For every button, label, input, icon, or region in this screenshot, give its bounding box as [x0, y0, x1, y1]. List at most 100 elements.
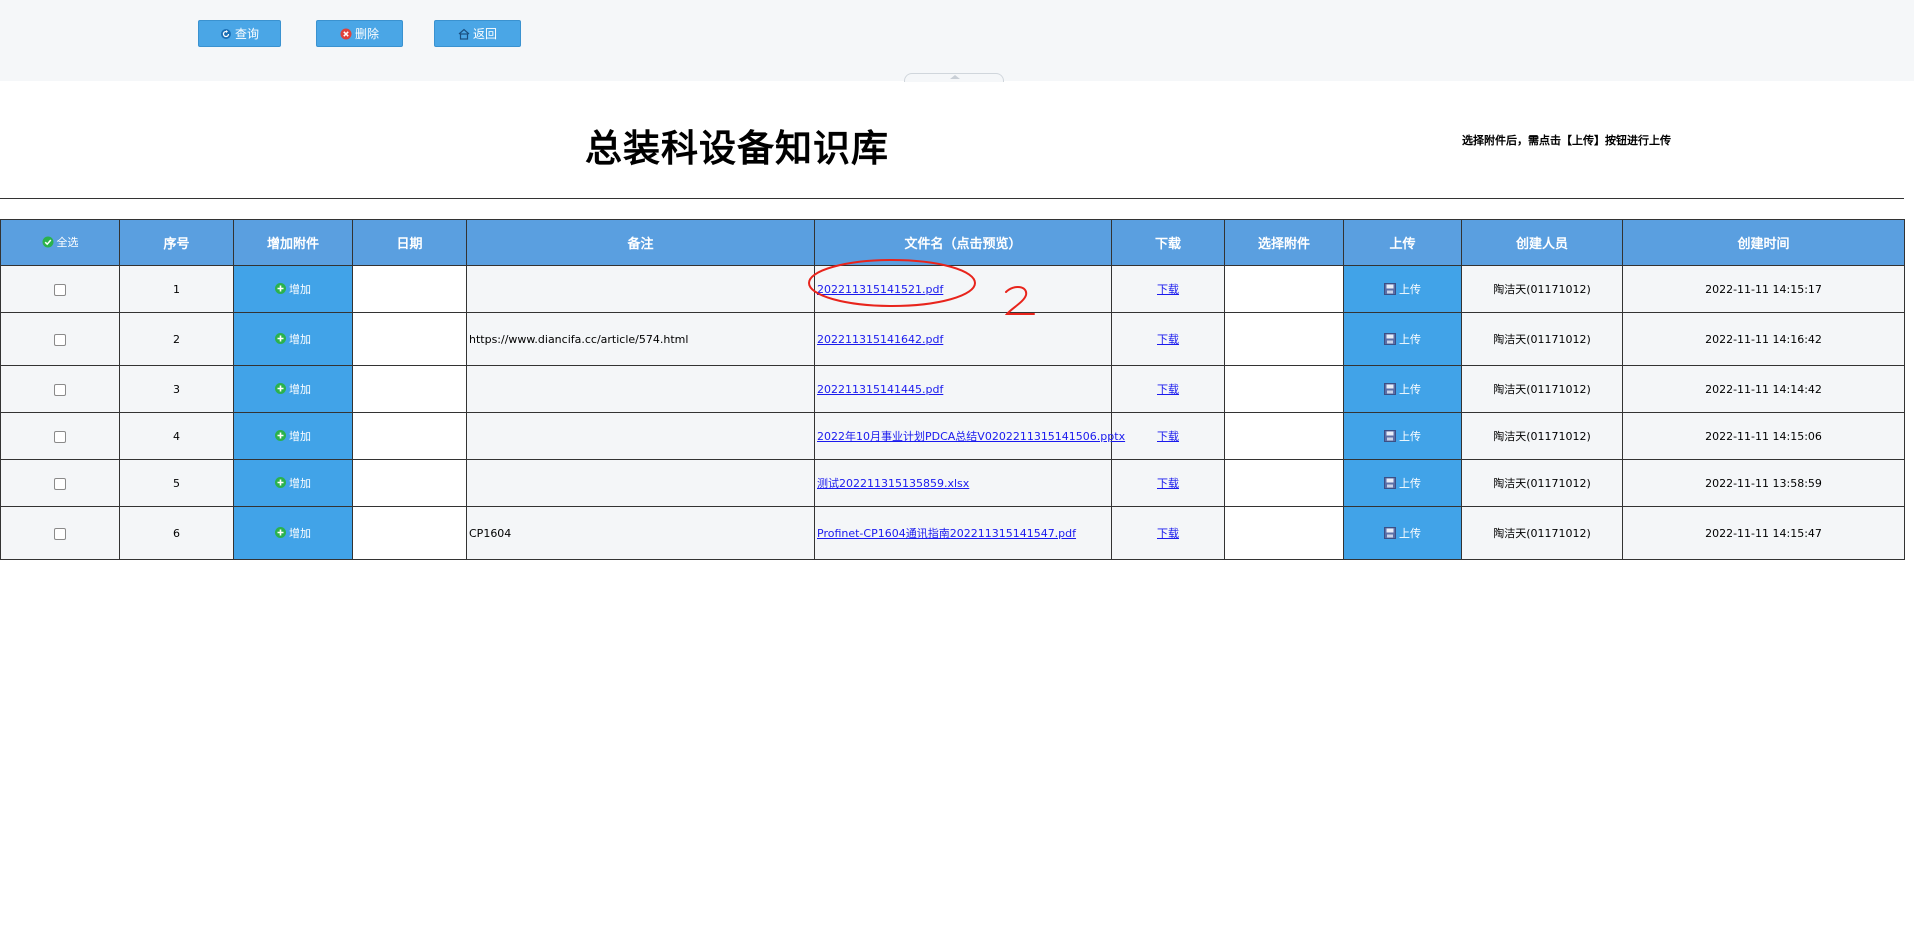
select-all-label: 全选: [56, 235, 79, 249]
file-preview-link[interactable]: 202211315141521.pdf: [817, 283, 943, 296]
add-attachment-button[interactable]: 增加: [275, 381, 311, 397]
row-checkbox[interactable]: [54, 527, 66, 540]
filename-cell: Profinet-CP1604通讯指南202211315141547.pdf: [814, 506, 1112, 560]
upload-button[interactable]: 上传: [1384, 475, 1421, 491]
row-checkbox-cell: [0, 459, 120, 507]
date-input-cell[interactable]: [352, 412, 467, 460]
row-index: 3: [119, 365, 234, 413]
download-link[interactable]: 下载: [1157, 477, 1179, 490]
add-label: 增加: [289, 382, 311, 396]
delete-button[interactable]: 删除: [316, 20, 403, 47]
save-icon: [1384, 332, 1396, 345]
row-checkbox[interactable]: [54, 283, 66, 296]
file-preview-link[interactable]: 202211315141445.pdf: [817, 383, 943, 396]
table-row: 1 增加 202211315141521.pdf 下载 上传 陶洁天(01171…: [0, 265, 1905, 313]
add-attachment-button[interactable]: 增加: [275, 331, 311, 347]
upload-button[interactable]: 上传: [1384, 428, 1421, 444]
check-circle-icon: [42, 236, 53, 247]
plus-icon: [275, 527, 286, 539]
save-icon: [1384, 429, 1396, 442]
select-all-header[interactable]: 全选: [0, 219, 120, 266]
file-preview-link[interactable]: Profinet-CP1604通讯指南202211315141547.pdf: [817, 527, 1076, 540]
download-link[interactable]: 下载: [1157, 383, 1179, 396]
back-label: 返回: [472, 27, 497, 41]
add-attachment-cell: 增加: [233, 459, 353, 507]
date-input-cell[interactable]: [352, 459, 467, 507]
table-row: 5 增加 测试202211315135859.xlsx 下载 上传 陶洁天(01…: [0, 459, 1905, 507]
refresh-icon: [220, 28, 231, 39]
choose-attachment-cell[interactable]: [1224, 506, 1344, 560]
row-index: 6: [119, 506, 234, 560]
chevron-up-icon: [950, 75, 960, 79]
note-header: 备注: [466, 219, 815, 266]
row-index: 2: [119, 312, 234, 366]
top-toolbar: 查询 删除 返回: [0, 0, 1914, 82]
add-attachment-cell: 增加: [233, 265, 353, 313]
choose-attachment-cell[interactable]: [1224, 365, 1344, 413]
add-attachment-button[interactable]: 增加: [275, 428, 311, 444]
row-creator: 陶洁天(01171012): [1461, 412, 1623, 460]
download-header: 下载: [1111, 219, 1225, 266]
add-label: 增加: [289, 526, 311, 540]
filename-cell: 202211315141642.pdf: [814, 312, 1112, 366]
upload-cell: 上传: [1343, 412, 1462, 460]
table-header-row: 全选 序号 增加附件 日期 备注 文件名（点击预览） 下载 选择附件 上传 创建…: [0, 219, 1905, 266]
add-label: 增加: [289, 476, 311, 490]
title-divider: [0, 198, 1904, 199]
date-input-cell[interactable]: [352, 312, 467, 366]
upload-label: 上传: [1399, 382, 1421, 396]
file-preview-link[interactable]: 测试202211315135859.xlsx: [817, 477, 969, 490]
row-checkbox[interactable]: [54, 430, 66, 443]
download-cell: 下载: [1111, 265, 1225, 313]
choose-attachment-cell[interactable]: [1224, 412, 1344, 460]
row-index: 1: [119, 265, 234, 313]
download-link[interactable]: 下载: [1157, 430, 1179, 443]
download-link[interactable]: 下载: [1157, 333, 1179, 346]
date-input-cell[interactable]: [352, 265, 467, 313]
row-index: 5: [119, 459, 234, 507]
upload-button[interactable]: 上传: [1384, 331, 1421, 347]
upload-button[interactable]: 上传: [1384, 525, 1421, 541]
date-input-cell[interactable]: [352, 506, 467, 560]
add-attachment-cell: 增加: [233, 365, 353, 413]
download-link[interactable]: 下载: [1157, 527, 1179, 540]
upload-cell: 上传: [1343, 506, 1462, 560]
row-created-at: 2022-11-11 13:58:59: [1622, 459, 1905, 507]
collapse-toolbar-handle[interactable]: [904, 73, 1004, 82]
upload-cell: 上传: [1343, 365, 1462, 413]
plus-icon: [275, 477, 286, 489]
choose-attachment-cell[interactable]: [1224, 312, 1344, 366]
file-preview-link[interactable]: 2022年10月事业计划PDCA总结V0202211315141506.pptx: [817, 430, 1125, 443]
file-preview-link[interactable]: 202211315141642.pdf: [817, 333, 943, 346]
add-label: 增加: [289, 429, 311, 443]
creator-header: 创建人员: [1461, 219, 1623, 266]
add-attachment-button[interactable]: 增加: [275, 525, 311, 541]
row-checkbox[interactable]: [54, 383, 66, 396]
add-attachment-button[interactable]: 增加: [275, 475, 311, 491]
row-creator: 陶洁天(01171012): [1461, 506, 1623, 560]
download-link[interactable]: 下载: [1157, 283, 1179, 296]
download-cell: 下载: [1111, 412, 1225, 460]
back-button[interactable]: 返回: [434, 20, 521, 47]
row-checkbox[interactable]: [54, 333, 66, 346]
page-title: 总装科设备知识库: [585, 127, 889, 170]
upload-button[interactable]: 上传: [1384, 381, 1421, 397]
table-row: 4 增加 2022年10月事业计划PDCA总结V0202211315141506…: [0, 412, 1905, 460]
row-checkbox-cell: [0, 506, 120, 560]
upload-header: 上传: [1343, 219, 1462, 266]
row-created-at: 2022-11-11 14:16:42: [1622, 312, 1905, 366]
row-checkbox[interactable]: [54, 477, 66, 490]
plus-icon: [275, 430, 286, 442]
date-header: 日期: [352, 219, 467, 266]
filename-cell: 202211315141445.pdf: [814, 365, 1112, 413]
save-icon: [1384, 282, 1396, 295]
row-creator: 陶洁天(01171012): [1461, 365, 1623, 413]
query-button[interactable]: 查询: [198, 20, 281, 47]
upload-button[interactable]: 上传: [1384, 281, 1421, 297]
choose-attachment-cell[interactable]: [1224, 265, 1344, 313]
add-attachment-button[interactable]: 增加: [275, 281, 311, 297]
upload-label: 上传: [1399, 429, 1421, 443]
download-cell: 下载: [1111, 459, 1225, 507]
date-input-cell[interactable]: [352, 365, 467, 413]
choose-attachment-cell[interactable]: [1224, 459, 1344, 507]
